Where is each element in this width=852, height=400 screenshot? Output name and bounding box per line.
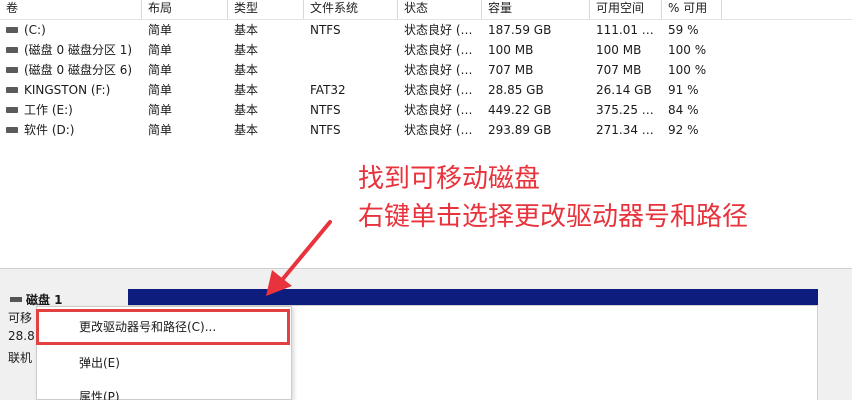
volume-percent-free: 100 % [668, 43, 707, 57]
volume-status: 状态良好 (… [404, 43, 473, 57]
volume-layout: 简单 [148, 103, 173, 117]
volume-name: 软件 (D:) [0, 120, 142, 140]
volume-filesystem: FAT32 [310, 83, 346, 97]
column-header-capacity[interactable]: 容量 [482, 0, 590, 19]
disk-icon [10, 297, 22, 302]
volume-capacity: 100 MB [488, 43, 534, 57]
volume-name-label: (C:) [24, 23, 46, 37]
volume-filesystem: NTFS [310, 123, 341, 137]
volume-filesystem [304, 60, 398, 80]
drive-icon [6, 66, 18, 73]
disk-title-label: 磁盘 1 [26, 293, 63, 307]
column-header-layout[interactable]: 布局 [142, 0, 228, 19]
table-row[interactable]: (磁盘 0 磁盘分区 1) 简单 基本 状态良好 (… 100 MB 100 MB 100 … [0, 40, 720, 60]
volume-type: 基本 [234, 43, 259, 57]
volume-name-label: (磁盘 0 磁盘分区 1) [24, 43, 133, 57]
annotation-text: 找到可移动磁盘 右键单击选择更改驱动器号和路径 [358, 160, 748, 236]
volume-capacity: 707 MB [488, 63, 534, 77]
volume-type: 基本 [234, 123, 259, 137]
menu-item-eject[interactable]: 弹出(E) [37, 348, 291, 378]
disk-status: 联机 [8, 351, 33, 365]
volume-percent-free: 100 % [668, 63, 707, 77]
drive-icon [6, 126, 18, 133]
volume-status: 状态良好 (… [404, 123, 473, 137]
drive-icon [6, 26, 18, 33]
table-row[interactable]: KINGSTON (F:) 简单 基本 FAT32 状态良好 (… 28.85 GB 26.… [0, 80, 720, 100]
volume-layout: 简单 [148, 123, 173, 137]
drive-icon [6, 106, 18, 113]
volume-name-label: 工作 (E:) [24, 103, 73, 117]
annotation-line-1: 找到可移动磁盘 [358, 164, 541, 194]
volume-percent-free: 92 % [668, 123, 699, 137]
volume-capacity: 28.85 GB [488, 83, 544, 97]
volume-status: 状态良好 (… [404, 103, 473, 117]
volume-filesystem [304, 40, 398, 60]
disk-type: 可移 [8, 311, 33, 325]
drive-icon [6, 46, 18, 53]
column-header-volume[interactable]: 卷 [0, 0, 142, 19]
volume-percent-free: 91 % [668, 83, 699, 97]
volume-free-space: 707 MB [596, 63, 642, 77]
column-header-percent-free[interactable]: % 可用 [662, 0, 722, 19]
volume-name-label: KINGSTON (F:) [24, 83, 111, 97]
volume-name-label: 软件 (D:) [24, 123, 75, 137]
column-header-free-space[interactable]: 可用空间 [590, 0, 662, 19]
volume-filesystem: NTFS [310, 23, 341, 37]
volume-type: 基本 [234, 103, 259, 117]
volume-free-space: 271.34 … [596, 123, 654, 137]
menu-item-properties[interactable]: 属性(P) [37, 382, 291, 400]
volume-name: 工作 (E:) [0, 100, 142, 120]
volume-free-space: 111.01 … [596, 23, 654, 37]
volume-name: KINGSTON (F:) [0, 80, 142, 100]
volume-capacity: 449.22 GB [488, 103, 552, 117]
volume-type: 基本 [234, 23, 259, 37]
table-row[interactable]: (磁盘 0 磁盘分区 6) 简单 基本 状态良好 (… 707 MB 707 MB 100 … [0, 60, 720, 80]
volume-filesystem: NTFS [310, 103, 341, 117]
partition-header-bar[interactable] [128, 289, 818, 305]
volume-free-space: 26.14 GB [596, 83, 652, 97]
volume-type: 基本 [234, 83, 259, 97]
volume-status: 状态良好 (… [404, 63, 473, 77]
volume-free-space: 100 MB [596, 43, 642, 57]
volume-percent-free: 84 % [668, 103, 699, 117]
volume-status: 状态良好 (… [404, 23, 473, 37]
volume-layout: 简单 [148, 83, 173, 97]
volume-list-header: 卷 布局 类型 文件系统 状态 容量 可用空间 % 可用 [0, 0, 852, 20]
volume-layout: 简单 [148, 43, 173, 57]
highlight-box [36, 309, 290, 345]
volume-layout: 简单 [148, 23, 173, 37]
volume-type: 基本 [234, 63, 259, 77]
drive-icon [6, 86, 18, 93]
volume-percent-free: 59 % [668, 23, 699, 37]
table-row[interactable]: 软件 (D:) 简单 基本 NTFS 状态良好 (… 293.89 GB 271.34 … 9… [0, 120, 720, 140]
volume-status: 状态良好 (… [404, 83, 473, 97]
disk-size: 28.8 [8, 329, 35, 343]
volume-name-label: (磁盘 0 磁盘分区 6) [24, 63, 133, 77]
volume-capacity: 293.89 GB [488, 123, 552, 137]
column-header-status[interactable]: 状态 [398, 0, 482, 19]
column-header-type[interactable]: 类型 [228, 0, 304, 19]
volume-name: (磁盘 0 磁盘分区 1) [0, 40, 142, 60]
volume-free-space: 375.25 … [596, 103, 654, 117]
volume-name: (C:) [0, 20, 142, 40]
volume-name: (磁盘 0 磁盘分区 6) [0, 60, 142, 80]
table-row[interactable]: 工作 (E:) 简单 基本 NTFS 状态良好 (… 449.22 GB 375.25 … 8… [0, 100, 720, 120]
table-row[interactable]: (C:) 简单 基本 NTFS 状态良好 (… 187.59 GB 111.01 … 59 % [0, 20, 720, 40]
annotation-line-2: 右键单击选择更改驱动器号和路径 [358, 202, 749, 232]
volume-layout: 简单 [148, 63, 173, 77]
volume-capacity: 187.59 GB [488, 23, 552, 37]
column-header-filesystem[interactable]: 文件系统 [304, 0, 398, 19]
